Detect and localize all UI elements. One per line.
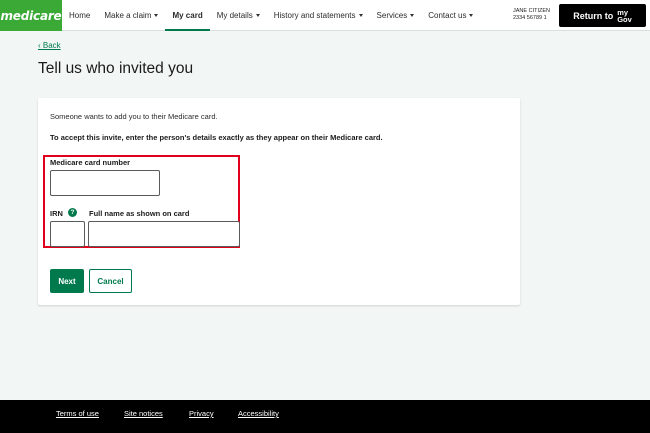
footer-link-terms-of-use[interactable]: Terms of use <box>56 409 99 418</box>
full-name-input[interactable] <box>88 221 240 247</box>
medicare-card-number-label: Medicare card number <box>50 158 131 167</box>
user-name: JANE CITIZEN <box>513 8 550 14</box>
footer-link-privacy[interactable]: Privacy <box>189 409 214 418</box>
user-info: JANE CITIZEN 2334 56789 1 <box>513 8 550 22</box>
nav-history-label: History and statements <box>273 11 356 20</box>
nav-my-card-label: My card <box>172 11 203 20</box>
site-footer: Terms of use Site notices Privacy Access… <box>0 400 650 433</box>
mygov-logo-bottom: Gov <box>617 14 632 24</box>
logo-text: medicare <box>0 8 62 23</box>
nav-my-card[interactable]: My card <box>165 0 210 31</box>
nav-my-details[interactable]: My details <box>210 0 267 31</box>
return-to-mygov-button[interactable]: Return to my Gov <box>559 4 646 27</box>
nav-make-a-claim-label: Make a claim <box>104 11 152 20</box>
instruction-text: To accept this invite, enter the person'… <box>50 133 383 142</box>
nav-services[interactable]: Services <box>370 0 422 31</box>
site-header: medicare Home Make a claim My card My de… <box>0 0 650 31</box>
irn-label: IRN <box>50 209 63 218</box>
footer-link-accessibility[interactable]: Accessibility <box>238 409 279 418</box>
main-nav: Home Make a claim My card My details His… <box>62 0 480 31</box>
mygov-logo: my Gov <box>617 8 632 24</box>
help-icon[interactable]: ? <box>68 208 77 217</box>
medicare-card-number-input[interactable] <box>50 170 160 196</box>
return-to-label: Return to <box>573 10 614 21</box>
back-label: Back <box>42 41 61 50</box>
footer-link-site-notices[interactable]: Site notices <box>124 409 163 418</box>
nav-contact-us[interactable]: Contact us <box>421 0 480 31</box>
nav-services-label: Services <box>376 11 408 20</box>
irn-input[interactable] <box>50 221 85 247</box>
full-name-label: Full name as shown on card <box>89 209 190 218</box>
help-symbol: ? <box>70 209 75 216</box>
chevron-down-icon <box>410 14 415 17</box>
nav-home[interactable]: Home <box>62 0 97 31</box>
chevron-down-icon <box>255 14 260 17</box>
nav-history-and-statements[interactable]: History and statements <box>267 0 370 31</box>
nav-make-a-claim[interactable]: Make a claim <box>97 0 165 31</box>
chevron-down-icon <box>154 14 159 17</box>
nav-contact-us-label: Contact us <box>428 11 467 20</box>
cancel-button[interactable]: Cancel <box>89 269 132 293</box>
page-title: Tell us who invited you <box>38 60 194 77</box>
intro-text: Someone wants to add you to their Medica… <box>50 112 218 121</box>
nav-home-label: Home <box>69 11 91 20</box>
medicare-logo[interactable]: medicare <box>0 0 62 31</box>
back-link[interactable]: ‹ Back <box>38 41 61 50</box>
invite-form-card: Someone wants to add you to their Medica… <box>38 98 520 305</box>
chevron-down-icon <box>469 14 474 17</box>
chevron-down-icon <box>358 14 363 17</box>
nav-my-details-label: My details <box>216 11 253 20</box>
next-button[interactable]: Next <box>50 269 84 293</box>
user-medicare-number: 2334 56789 1 <box>513 15 547 21</box>
